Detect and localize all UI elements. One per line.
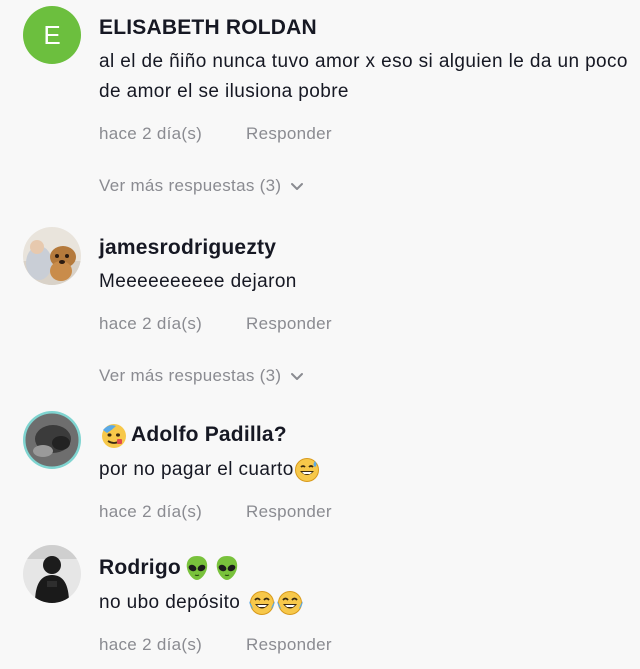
username-text[interactable]: Rodrigo — [99, 555, 181, 581]
comment-meta: hace 2 día(s) Responder — [99, 634, 628, 656]
comment-timestamp: hace 2 día(s) — [99, 124, 203, 143]
comment-meta: hace 2 día(s) Responder — [99, 313, 628, 335]
avatar[interactable] — [23, 227, 81, 285]
grinning-sweat-emoji-icon — [294, 458, 319, 482]
comment-username[interactable]: Adolfo Padilla? — [99, 421, 628, 449]
view-more-replies-label: Ver más respuestas (3) — [99, 176, 282, 195]
comment-content: jamesrodriguezty Meeeeeeeeee dejaron hac… — [99, 235, 628, 387]
comment-text: Meeeeeeeeee dejaron — [99, 267, 628, 297]
comment-username[interactable]: ELISABETH ROLDAN — [99, 15, 628, 41]
alien-emoji-icon — [186, 556, 208, 580]
comment-meta: hace 2 día(s) Responder — [99, 123, 628, 145]
comment-timestamp: hace 2 día(s) — [99, 635, 203, 654]
comment-timestamp: hace 2 día(s) — [99, 314, 203, 333]
view-more-replies-button[interactable]: Ver más respuestas (3) — [99, 365, 628, 387]
reply-button[interactable]: Responder — [246, 502, 332, 521]
alien-emoji-icon — [216, 556, 238, 580]
avatar[interactable] — [23, 411, 81, 469]
avatar[interactable]: E — [23, 6, 81, 64]
comment-text: por no pagar el cuarto — [99, 455, 628, 485]
reply-button[interactable]: Responder — [246, 124, 332, 143]
avatar-photo-person-icon — [23, 545, 81, 603]
comment-username[interactable]: Rodrigo — [99, 554, 628, 582]
avatar-photo-icon — [23, 411, 81, 469]
comment-text-body: al el de ñiño nunca tuvo amor x eso si a… — [99, 51, 628, 102]
comment-text-body: Meeeeeeeeee dejaron — [99, 271, 297, 292]
chevron-down-icon — [291, 182, 304, 190]
avatar-photo-dog-icon — [23, 227, 81, 285]
comment-content: ELISABETH ROLDAN al el de ñiño nunca tuv… — [99, 15, 628, 197]
hot-face-emoji-icon — [102, 424, 126, 448]
avatar[interactable] — [23, 545, 81, 603]
comment-text-body: no ubo depósito — [99, 592, 241, 613]
reply-button[interactable]: Responder — [246, 635, 332, 654]
view-more-replies-label: Ver más respuestas (3) — [99, 366, 282, 385]
comment-content: Rodrigo no ubo depósito hace 2 día(s) Re… — [99, 554, 628, 656]
comments-list: E ELISABETH ROLDAN al el de ñiño nunca t… — [0, 0, 640, 669]
username-text[interactable]: jamesrodriguezty — [99, 235, 276, 261]
laughing-tears-emoji-icon — [249, 591, 276, 615]
comment-timestamp: hace 2 día(s) — [99, 502, 203, 521]
chevron-down-icon — [291, 372, 304, 380]
comment-text: al el de ñiño nunca tuvo amor x eso si a… — [99, 47, 628, 107]
comment-content: Adolfo Padilla? por no pagar el cuarto h… — [99, 421, 628, 523]
view-more-replies-button[interactable]: Ver más respuestas (3) — [99, 175, 628, 197]
laughing-tears-emoji-icon — [277, 591, 304, 615]
comment-meta: hace 2 día(s) Responder — [99, 501, 628, 523]
avatar-letter: E — [43, 19, 61, 50]
username-text[interactable]: Adolfo Padilla? — [131, 422, 287, 448]
reply-button[interactable]: Responder — [246, 314, 332, 333]
comment-username[interactable]: jamesrodriguezty — [99, 235, 628, 261]
comment-text: no ubo depósito — [99, 588, 628, 618]
username-text[interactable]: ELISABETH ROLDAN — [99, 15, 317, 41]
comment-text-body: por no pagar el cuarto — [99, 459, 294, 480]
